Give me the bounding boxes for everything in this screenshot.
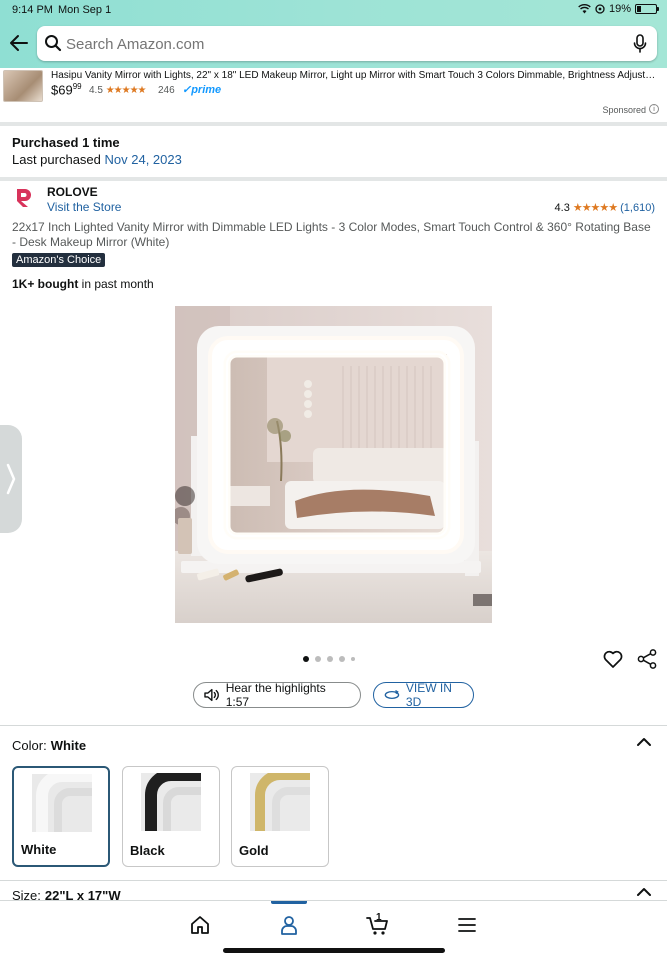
product-rating-stars: ★★★★★ bbox=[572, 202, 618, 214]
purchase-count: Purchased 1 time bbox=[12, 135, 120, 150]
wifi-icon bbox=[578, 4, 591, 14]
header: 9:14 PM Mon Sep 1 19% bbox=[0, 0, 667, 68]
chevron-up-icon[interactable] bbox=[636, 886, 652, 898]
prime-badge: ✓prime bbox=[182, 84, 222, 96]
color-option-black[interactable]: Black bbox=[122, 766, 220, 867]
white-frame-thumbnail bbox=[32, 774, 92, 832]
share-icon[interactable] bbox=[636, 648, 658, 670]
side-drawer-tab[interactable] bbox=[0, 425, 22, 533]
hear-highlights-label: Hear the highlights 1:57 bbox=[225, 681, 326, 709]
product-page: 9:14 PM Mon Sep 1 19% Hasipu Vanity Mirr… bbox=[0, 0, 667, 960]
amazons-choice-badge: Amazon's Choice bbox=[12, 253, 106, 267]
view-in-3d-label: VIEW IN 3D bbox=[405, 681, 452, 709]
sponsored-label: Sponsored bbox=[602, 105, 646, 115]
chevron-up-icon[interactable] bbox=[636, 736, 652, 748]
speaker-icon bbox=[204, 688, 219, 702]
sponsored-ad[interactable]: Hasipu Vanity Mirror with Lights, 22" x … bbox=[0, 68, 667, 122]
cart-count-badge: 1 bbox=[376, 912, 382, 923]
section-divider bbox=[0, 880, 667, 881]
carousel-dot[interactable] bbox=[315, 656, 321, 662]
rotate-3d-icon bbox=[384, 690, 400, 700]
view-in-3d-button[interactable]: VIEW IN 3D bbox=[373, 681, 474, 709]
bought-in-past-month: 1K+ bought in past month bbox=[12, 277, 154, 291]
product-rating-count[interactable]: (1,610) bbox=[620, 202, 655, 214]
section-divider bbox=[0, 725, 667, 726]
color-selector-header[interactable]: Color: White bbox=[12, 738, 86, 753]
search-input[interactable] bbox=[66, 33, 626, 55]
visit-store-link[interactable]: Visit the Store bbox=[47, 200, 121, 214]
ad-rating: 4.5 ★★★★★ bbox=[89, 85, 147, 96]
carousel-dot[interactable] bbox=[351, 657, 355, 661]
bought-count: 1K+ bought bbox=[12, 277, 79, 291]
color-option-white[interactable]: White bbox=[12, 766, 110, 867]
carousel-dot[interactable] bbox=[303, 656, 309, 662]
chevron-right-icon bbox=[6, 463, 16, 495]
ad-title[interactable]: Hasipu Vanity Mirror with Lights, 22" x … bbox=[51, 70, 661, 81]
last-purchased-label: Last purchased bbox=[12, 152, 105, 167]
search-bar[interactable] bbox=[37, 26, 657, 61]
carousel-dot[interactable] bbox=[339, 656, 345, 662]
color-option-label: White bbox=[21, 842, 57, 857]
bought-suffix: in past month bbox=[78, 277, 154, 291]
ad-price: $6999 bbox=[51, 82, 82, 97]
black-frame-thumbnail bbox=[141, 773, 201, 831]
location-lock-icon bbox=[595, 4, 605, 14]
product-image[interactable] bbox=[175, 306, 492, 623]
home-indicator bbox=[223, 948, 445, 953]
status-time: 9:14 PM bbox=[12, 4, 53, 16]
image-carousel-dots[interactable] bbox=[303, 656, 355, 662]
product-rating[interactable]: 4.3 ★★★★★ (1,610) bbox=[554, 201, 655, 215]
ad-price-whole: $69 bbox=[51, 82, 73, 98]
status-date: Mon Sep 1 bbox=[58, 4, 112, 16]
selected-color: White bbox=[50, 738, 87, 753]
microphone-icon[interactable] bbox=[633, 34, 647, 53]
ad-price-fraction: 99 bbox=[72, 82, 82, 91]
status-bar: 9:14 PM Mon Sep 1 19% bbox=[0, 0, 667, 20]
brand-name[interactable]: ROLOVE bbox=[47, 185, 98, 199]
color-option-label: Black bbox=[130, 843, 165, 858]
section-divider bbox=[0, 177, 667, 181]
ad-product-thumbnail[interactable] bbox=[3, 70, 43, 102]
brand-logo-icon[interactable] bbox=[12, 186, 36, 210]
menu-icon[interactable] bbox=[455, 913, 479, 937]
heart-icon[interactable] bbox=[602, 648, 624, 670]
carousel-dot[interactable] bbox=[327, 656, 333, 662]
last-purchased: Last purchased Nov 24, 2023 bbox=[12, 152, 182, 167]
last-purchased-date[interactable]: Nov 24, 2023 bbox=[105, 152, 182, 167]
color-option-gold[interactable]: Gold bbox=[231, 766, 329, 867]
info-icon[interactable]: i bbox=[649, 104, 659, 114]
gold-frame-thumbnail bbox=[250, 773, 310, 831]
hear-highlights-button[interactable]: Hear the highlights 1:57 bbox=[193, 681, 361, 709]
product-rating-value: 4.3 bbox=[554, 201, 570, 214]
home-icon[interactable] bbox=[188, 913, 212, 937]
color-label: Color: bbox=[12, 738, 47, 753]
purchase-history: Purchased 1 time Last purchased Nov 24, … bbox=[12, 135, 182, 167]
back-arrow-icon[interactable] bbox=[8, 32, 30, 54]
profile-icon[interactable] bbox=[277, 913, 301, 937]
battery-icon bbox=[635, 4, 659, 14]
ad-review-count: 246 bbox=[158, 85, 175, 96]
active-tab-indicator bbox=[271, 901, 307, 904]
battery-percent: 19% bbox=[608, 3, 631, 15]
ad-rating-stars: ★★★★★ bbox=[105, 85, 147, 96]
ad-rating-value: 4.5 bbox=[89, 85, 103, 96]
vanity-mirror-photo bbox=[175, 306, 492, 623]
product-title: 22x17 Inch Lighted Vanity Mirror with Di… bbox=[12, 220, 651, 249]
section-divider bbox=[0, 122, 667, 126]
status-right: 19% bbox=[578, 3, 659, 15]
search-icon bbox=[45, 35, 62, 52]
color-option-label: Gold bbox=[239, 843, 269, 858]
